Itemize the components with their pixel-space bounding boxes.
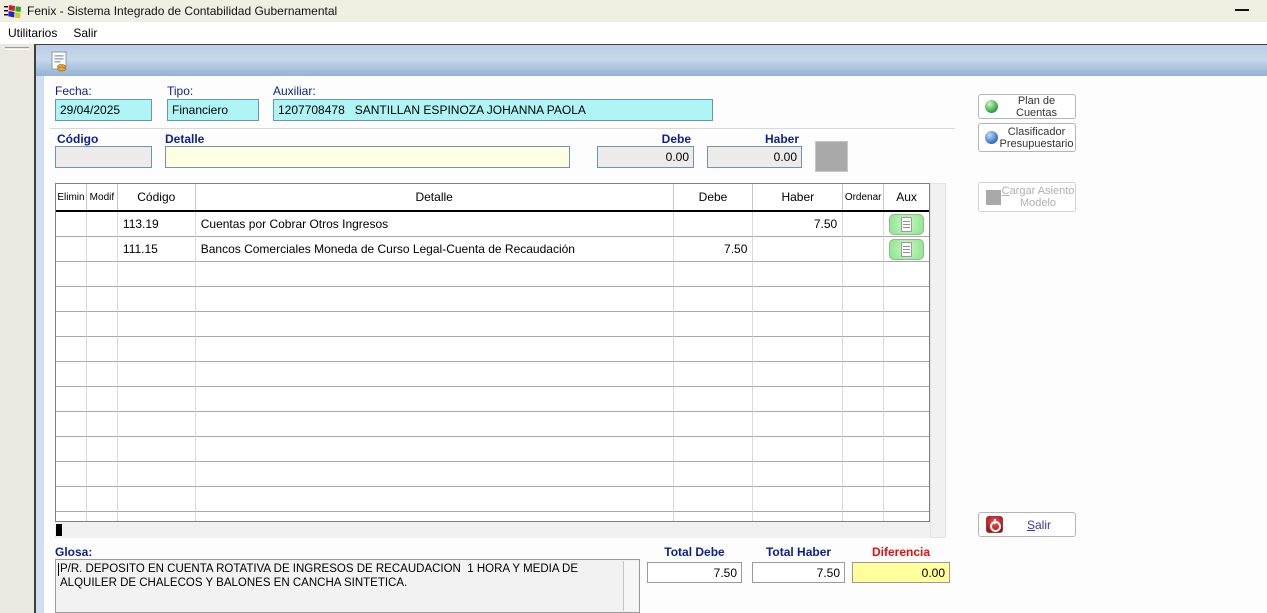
cell-debe: 7.50 [674,237,754,262]
glosa-textarea[interactable]: P/R. DEPOSITO EN CUENTA ROTATIVA DE INGR… [55,559,640,613]
table-horizontal-scrollbar[interactable] [55,522,930,538]
auxiliar-input[interactable]: 1207708478 SANTILLAN ESPINOZA JOHANNA PA… [273,99,713,121]
codigo-label: Código [57,132,98,146]
table-row: 111.15 Bancos Comerciales Moneda de Curs… [56,237,929,262]
total-haber-value: 7.50 [752,562,845,583]
cargar-asiento-label: Cargar Asiento Modelo [1001,185,1075,209]
detalle-input[interactable] [165,146,570,168]
cell-modif[interactable] [87,237,118,262]
diferencia-label: Diferencia [852,545,950,559]
plan-de-cuentas-button[interactable]: Plan de Cuentas [978,94,1076,119]
table-row-empty [56,387,929,412]
cell-detalle: Cuentas por Cobrar Otros Ingresos [196,212,674,237]
glosa-text: P/R. DEPOSITO EN CUENTA ROTATIVA DE INGR… [60,562,618,590]
table-row-empty [56,437,929,462]
table-row-empty [56,487,929,512]
cell-debe [674,212,754,237]
header-ordenar: Ordenar [843,184,884,210]
codigo-input[interactable] [55,146,152,168]
cell-ordenar[interactable] [843,237,884,262]
cell-codigo: 113.19 [118,212,196,237]
cell-haber: 7.50 [753,212,843,237]
cell-detalle: Bancos Comerciales Moneda de Curso Legal… [196,237,674,262]
header-detalle: Detalle [196,184,674,210]
table-header: Elimin Modif Código Detalle Debe Haber O… [56,184,929,210]
document-icon [901,217,912,232]
fecha-input[interactable]: 29/04/2025 [55,99,152,121]
salir-label: Salir [1003,519,1075,531]
menu-utilitarios[interactable]: Utilitarios [0,23,65,43]
cell-modif[interactable] [87,212,118,237]
haber-input[interactable]: 0.00 [707,146,802,168]
aux-button[interactable] [889,214,924,235]
plan-de-cuentas-label: Plan de Cuentas [998,95,1075,119]
table-row-empty [56,337,929,362]
aux-button[interactable] [889,239,924,260]
scrollbar-caret [56,524,62,536]
cell-aux [884,212,929,237]
header-modif: Modif [87,184,118,210]
new-entry-button[interactable] [48,50,72,74]
total-haber-label: Total Haber [752,545,845,559]
header-elimin: Elimin [56,184,87,210]
table-row: 113.19 Cuentas por Cobrar Otros Ingresos… [56,212,929,237]
blue-sphere-icon [985,131,998,144]
cell-aux [884,237,929,262]
auxiliar-label: Auxiliar: [273,84,316,98]
debe-input[interactable]: 0.00 [597,146,694,168]
salir-button[interactable]: Salir [978,512,1076,537]
entries-table: Elimin Modif Código Detalle Debe Haber O… [55,183,930,522]
debe-label: Debe [597,132,691,146]
cell-ordenar[interactable] [843,212,884,237]
table-row-empty [56,462,929,487]
document-icon [901,242,912,257]
clasificador-presupuestario-button[interactable]: Clasificador Presupuestario [978,123,1076,152]
glosa-scrollbar[interactable] [623,561,638,611]
titlebar: Fenix - Sistema Integrado de Contabilida… [0,0,1267,22]
document-coins-icon [50,51,70,73]
header-debe: Debe [674,184,754,210]
total-debe-label: Total Debe [647,545,742,559]
text-caret [58,563,59,576]
table-row-empty [56,287,929,312]
header-haber: Haber [753,184,843,210]
table-row-empty [56,362,929,387]
green-sphere-icon [985,100,998,113]
glosa-label: Glosa: [55,545,92,559]
separator [50,128,955,129]
cell-codigo: 111.15 [118,237,196,262]
form-toolbar [36,44,1267,76]
cell-elimin[interactable] [56,212,87,237]
header-codigo: Código [118,184,196,210]
fecha-label: Fecha: [55,84,92,98]
window-title: Fenix - Sistema Integrado de Contabilida… [27,4,337,18]
tipo-label: Tipo: [167,84,193,98]
detalle-label: Detalle [165,132,204,146]
menubar: Utilitarios Salir [0,22,1267,44]
table-row-empty [56,512,929,522]
clasificador-label: Clasificador Presupuestario [998,126,1075,150]
menu-salir[interactable]: Salir [65,23,105,43]
total-debe-value: 7.50 [647,562,742,583]
cell-elimin[interactable] [56,237,87,262]
header-aux: Aux [884,184,929,210]
add-entry-button[interactable] [815,141,848,172]
window-border-strip [36,76,44,613]
toolbar-grip [5,47,29,50]
cell-haber [753,237,843,262]
tipo-input[interactable]: Financiero [167,99,259,121]
cargar-asiento-modelo-button[interactable]: Cargar Asiento Modelo [978,182,1076,212]
gray-square-icon [986,190,1001,205]
table-row-empty [56,262,929,287]
mdi-left-strip [0,44,34,613]
table-row-empty [56,312,929,337]
table-row-empty [56,412,929,437]
power-icon [986,516,1003,533]
minimize-button[interactable] [1235,9,1249,11]
diferencia-value: 0.00 [852,562,950,583]
haber-label: Haber [707,132,799,146]
table-vertical-scrollbar[interactable] [930,183,946,538]
app-window-icon [4,4,21,19]
